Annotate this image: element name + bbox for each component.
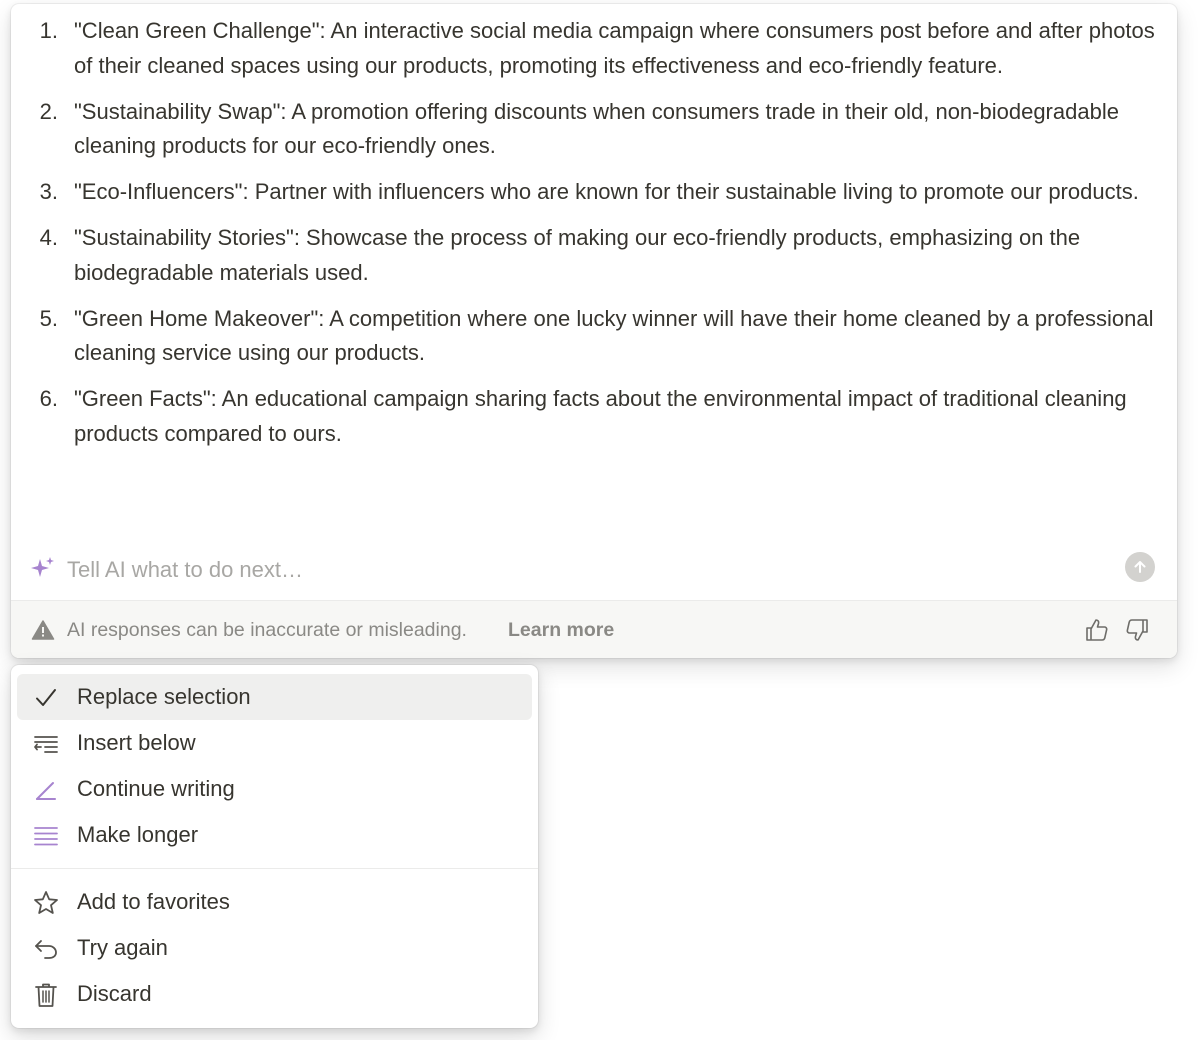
- menu-item-insert-below[interactable]: Insert below: [17, 720, 532, 766]
- trash-icon: [33, 982, 59, 1008]
- list-item-text: "Sustainability Stories": Showcase the p…: [74, 225, 1081, 285]
- list-item-number: 6.: [39, 386, 58, 411]
- list-item: 3. "Eco-Influencers": Partner with influ…: [11, 175, 1157, 210]
- checkmark-icon: [33, 685, 59, 711]
- list-item-number: 1.: [39, 18, 58, 43]
- list-item: 1. "Clean Green Challenge": An interacti…: [11, 14, 1157, 83]
- menu-item-replace-selection[interactable]: Replace selection: [17, 674, 532, 720]
- learn-more-link[interactable]: Learn more: [508, 619, 614, 642]
- menu-item-label: Replace selection: [77, 684, 251, 709]
- pencil-line-icon: [33, 777, 59, 803]
- warning-triangle-icon: [31, 619, 55, 641]
- list-item-text: "Eco-Influencers": Partner with influenc…: [74, 179, 1139, 204]
- menu-item-try-again[interactable]: Try again: [17, 925, 532, 971]
- menu-divider: [11, 868, 538, 869]
- menu-item-label: Insert below: [77, 730, 196, 755]
- list-item: 2. "Sustainability Swap": A promotion of…: [11, 95, 1157, 164]
- disclaimer-footer: AI responses can be inaccurate or mislea…: [11, 600, 1177, 658]
- list-item-text: "Green Home Makeover": A competition whe…: [74, 305, 1154, 366]
- star-icon: [33, 890, 59, 916]
- menu-item-label: Discard: [77, 981, 152, 1006]
- list-item: 4. "Sustainability Stories": Showcase th…: [11, 221, 1157, 290]
- menu-item-label: Add to favorites: [77, 889, 230, 914]
- disclaimer-text: AI responses can be inaccurate or mislea…: [67, 619, 467, 641]
- ai-prompt-row: [11, 544, 1177, 600]
- undo-arrow-icon: [33, 936, 59, 962]
- menu-item-continue-writing[interactable]: Continue writing: [17, 766, 532, 812]
- ai-prompt-input[interactable]: [67, 550, 1067, 590]
- list-item-number: 2.: [39, 98, 58, 124]
- menu-item-label: Make longer: [77, 822, 199, 847]
- menu-item-add-to-favorites[interactable]: Add to favorites: [17, 879, 532, 925]
- ai-action-menu: Replace selection Insert below Continue …: [11, 665, 538, 1028]
- response-list: 1. "Clean Green Challenge": An interacti…: [11, 14, 1157, 463]
- thumbs-down-icon[interactable]: [1123, 616, 1151, 644]
- list-item-number: 5.: [39, 305, 58, 331]
- list-item-number: 3.: [39, 179, 58, 204]
- insert-below-icon: [33, 731, 59, 757]
- arrow-up-icon: [1134, 561, 1146, 573]
- list-item-text: "Sustainability Swap": A promotion offer…: [74, 98, 1119, 159]
- list-item-text: "Clean Green Challenge": An interactive …: [74, 18, 1155, 78]
- menu-item-discard[interactable]: Discard: [17, 971, 532, 1017]
- sparkle-icon: [30, 556, 56, 582]
- ai-response-panel: 1. "Clean Green Challenge": An interacti…: [11, 4, 1177, 658]
- menu-item-make-longer[interactable]: Make longer: [17, 812, 532, 858]
- list-item-number: 4.: [39, 225, 58, 250]
- menu-item-label: Continue writing: [77, 776, 235, 801]
- list-item-text: "Green Facts": An educational campaign s…: [74, 386, 1127, 446]
- thumbs-up-icon[interactable]: [1083, 616, 1111, 644]
- send-button[interactable]: [1125, 552, 1155, 582]
- lines-icon: [33, 823, 59, 849]
- list-item: 6. "Green Facts": An educational campaig…: [11, 382, 1157, 451]
- list-item: 5. "Green Home Makeover": A competition …: [11, 302, 1157, 371]
- menu-item-label: Try again: [77, 935, 168, 960]
